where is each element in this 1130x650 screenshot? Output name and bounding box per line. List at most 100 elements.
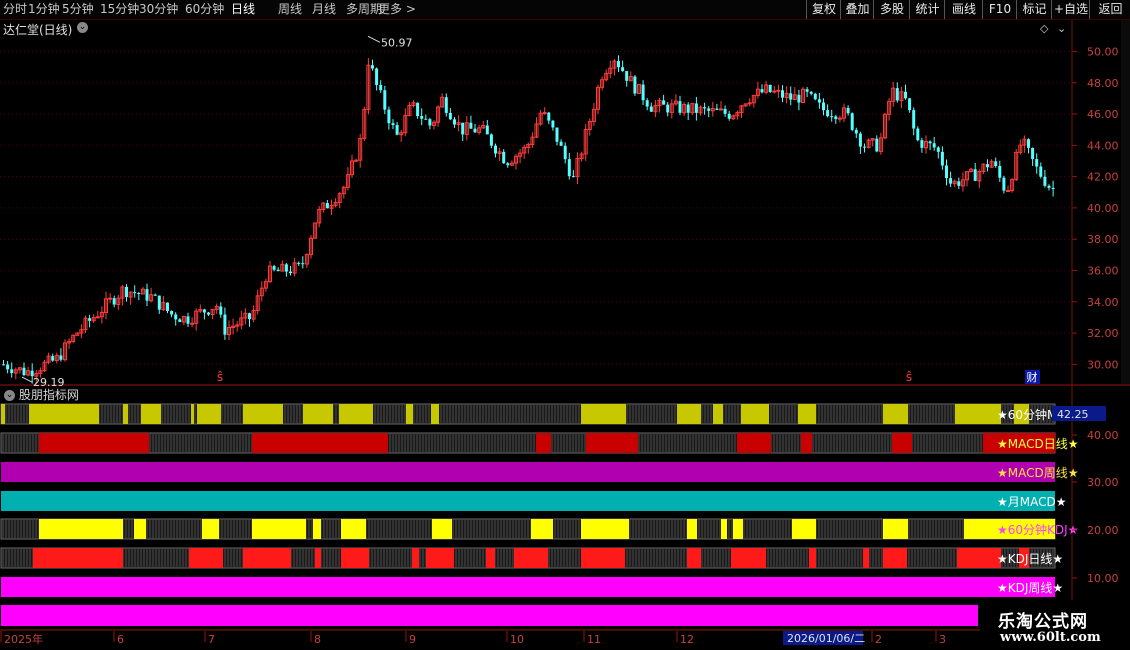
- toolbar-button-1[interactable]: 叠加: [840, 0, 874, 19]
- indicator-axis-label: 40.00: [1087, 429, 1119, 442]
- indicator-segment: [252, 433, 388, 453]
- tab-period-10[interactable]: 更多 >: [378, 1, 416, 17]
- candle-body: [420, 116, 424, 119]
- candle-body: [371, 65, 374, 69]
- candle-body: [846, 107, 850, 114]
- candle-body: [908, 98, 912, 111]
- candle-body: [428, 119, 432, 126]
- tab-period-9[interactable]: 多周期: [346, 1, 382, 17]
- indicator-segment: [809, 548, 816, 568]
- candle-body: [772, 90, 777, 93]
- indicator-segment: [883, 404, 908, 424]
- indicator-segment: [432, 519, 452, 539]
- toolbar-button-4[interactable]: 画线: [944, 0, 983, 19]
- candle-body: [715, 108, 719, 110]
- candle-body: [822, 102, 825, 111]
- tab-period-1[interactable]: 1分钟: [28, 1, 60, 17]
- toolbar-button-7[interactable]: +自选: [1051, 0, 1090, 19]
- price-tick-label: 30.00: [1087, 358, 1119, 371]
- candle-body: [1027, 139, 1030, 148]
- indicator-segment: [303, 404, 333, 424]
- candle-body: [174, 314, 178, 320]
- candle-body: [153, 294, 157, 296]
- time-axis-label: 6: [117, 633, 124, 646]
- signal-marker: ŝ: [906, 370, 912, 384]
- candle-body: [994, 161, 998, 166]
- indicator-title[interactable]: 股朋指标网: [19, 388, 79, 402]
- time-axis-label: 10: [510, 633, 524, 646]
- time-axis-label: 8: [314, 633, 321, 646]
- indicator-segment: [581, 548, 625, 568]
- candle-body: [186, 316, 190, 324]
- candle-body: [272, 266, 276, 270]
- tab-period-7[interactable]: 周线: [278, 1, 302, 17]
- right-edge-panel: [1121, 20, 1130, 384]
- indicator-value: 42.25: [1057, 408, 1089, 421]
- candle-body: [551, 120, 555, 128]
- candle-body: [1051, 187, 1055, 189]
- candle-body: [301, 263, 305, 265]
- candle-body: [387, 109, 391, 124]
- indicator-segment: [863, 548, 869, 568]
- candle-body: [928, 141, 932, 144]
- toolbar-button-3[interactable]: 统计: [909, 0, 945, 19]
- candle-body: [555, 127, 559, 142]
- candle-body: [506, 163, 510, 166]
- tab-period-2[interactable]: 5分钟: [62, 1, 94, 17]
- candle-body: [383, 90, 387, 110]
- toolbar-button-5[interactable]: F10: [982, 0, 1017, 19]
- candle-body: [108, 297, 113, 300]
- time-axis-label: 3: [939, 633, 946, 646]
- stock-title[interactable]: 达仁堂(日线): [3, 21, 72, 38]
- candle-body: [178, 319, 182, 323]
- candle-body: [932, 143, 936, 148]
- indicator-segment: [341, 519, 366, 539]
- candle-body: [617, 61, 620, 68]
- time-axis-label: 11: [587, 633, 601, 646]
- tab-period-8[interactable]: 月线: [312, 1, 336, 17]
- indicator-axis-label: 30.00: [1087, 476, 1119, 489]
- candle-body: [973, 169, 977, 181]
- candle-body: [686, 104, 690, 113]
- indicator-segment: [737, 433, 771, 453]
- watermark-title: 乐淘公式网: [998, 612, 1088, 632]
- indicator-segment: [486, 548, 495, 568]
- toolbar-button-0[interactable]: 复权: [806, 0, 841, 19]
- candle-body: [723, 108, 727, 114]
- candle-body: [625, 71, 629, 81]
- price-tick-label: 46.00: [1087, 108, 1119, 121]
- candle-body: [727, 113, 731, 119]
- indicator-segment: [883, 548, 907, 568]
- indicator-segment: [581, 404, 626, 424]
- chevron-down-icon[interactable]: ⌄: [77, 22, 88, 33]
- candle-body: [1006, 190, 1010, 193]
- candle-body: [448, 112, 452, 120]
- tab-period-6[interactable]: 日线: [231, 1, 255, 17]
- toolbar-button-8[interactable]: 返回: [1089, 0, 1130, 19]
- tab-period-4[interactable]: 30分钟: [139, 1, 178, 17]
- toolbar-button-2[interactable]: 多股: [873, 0, 910, 19]
- candle-body: [125, 286, 128, 298]
- tab-period-3[interactable]: 15分钟: [100, 1, 139, 17]
- toolbar: 分时 1分钟 5分钟 15分钟 30分钟 60分钟 日线 周线 月线 多周期 更多 > 复权 叠加 多股…: [0, 0, 1130, 20]
- price-tick-label: 38.00: [1087, 233, 1119, 246]
- candle-body: [166, 302, 169, 311]
- candle-body: [837, 117, 842, 120]
- candle-body: [297, 262, 301, 264]
- candle-body: [1002, 177, 1006, 191]
- candle-body: [1031, 147, 1035, 160]
- indicator-segment: [406, 404, 413, 424]
- candle-body: [920, 140, 924, 148]
- indicator-segment: [957, 548, 1001, 568]
- indicator-segment: [339, 404, 373, 424]
- tab-period-5[interactable]: 60分钟: [185, 1, 224, 17]
- chevron-down-icon[interactable]: ⌄: [4, 390, 15, 401]
- indicator-segment: [412, 548, 419, 568]
- low-pointer: [21, 376, 33, 383]
- toolbar-button-6[interactable]: 标记: [1016, 0, 1052, 19]
- candle-body: [375, 68, 379, 85]
- candle-body: [998, 165, 1002, 178]
- tab-period-0[interactable]: 分时: [3, 1, 27, 17]
- candle-body: [494, 145, 497, 154]
- price-tick-label: 40.00: [1087, 202, 1119, 215]
